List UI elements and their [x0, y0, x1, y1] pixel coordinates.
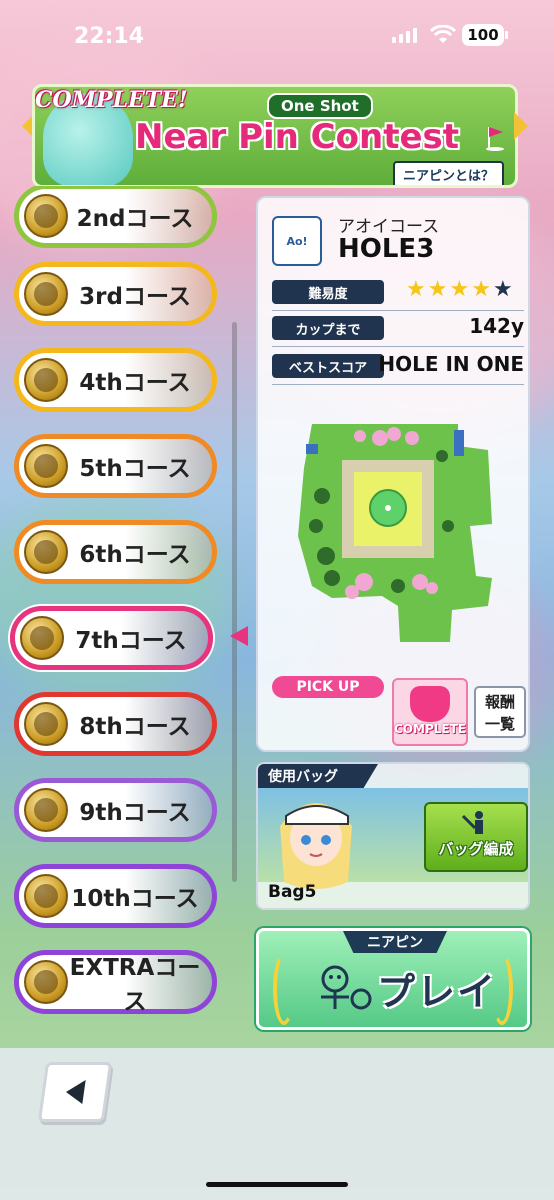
laurel-left-icon	[273, 953, 295, 1025]
bag-panel: 使用バッグ バッグ編成 Bag5	[256, 762, 530, 910]
course-medal-icon	[24, 788, 68, 832]
course-list[interactable]: 2ndコース 3rdコース 4thコース 5thコース 6thコース 7thコース 8thコ…	[0, 186, 240, 1026]
course-item[interactable]: 3rdコース	[14, 262, 217, 326]
course-label: 7thコース	[75, 628, 187, 654]
course-medal-icon	[24, 874, 68, 918]
difficulty-stars: ★ ★ ★ ★ ★	[406, 278, 513, 302]
course-item[interactable]: EXTRAコース	[14, 950, 217, 1015]
banner-badge: One Shot	[267, 93, 373, 119]
course-item[interactable]: 9thコース	[14, 778, 217, 842]
status-bar: 22:14 100	[0, 0, 554, 70]
course-label: 9thコース	[79, 800, 191, 826]
best-score-value: HOLE IN ONE	[378, 352, 524, 376]
hole-map	[298, 424, 492, 642]
course-medal-icon	[24, 272, 68, 316]
course-label: 10thコース	[71, 886, 199, 912]
back-button[interactable]	[37, 1062, 113, 1122]
cellular-signal-icon	[392, 28, 417, 43]
best-score-row: ベストスコア HOLE IN ONE	[272, 352, 524, 385]
event-banner[interactable]: COMPLETE! One Shot Near Pin Contest ニアピン…	[32, 84, 518, 188]
hole-title: HOLE3	[338, 234, 435, 264]
course-item[interactable]: 10thコース	[14, 864, 217, 928]
course-item[interactable]: 4thコース	[14, 348, 217, 412]
battery-icon: 100	[462, 24, 508, 46]
course-label: 4thコース	[79, 370, 191, 396]
back-arrow-icon	[64, 1080, 86, 1104]
star-filled-icon: ★	[427, 277, 448, 302]
star-empty-icon: ★	[492, 277, 513, 302]
course-medal-icon	[20, 616, 64, 660]
star-filled-icon: ★	[406, 277, 426, 302]
reward-list-button[interactable]: 報酬 一覧	[474, 686, 526, 738]
course-item[interactable]: 2ndコース	[14, 186, 217, 248]
course-item[interactable]: 8thコース	[14, 692, 217, 756]
golf-mascot-icon	[321, 965, 372, 1010]
banner-next-arrow[interactable]	[514, 112, 528, 140]
course-item[interactable]: 6thコース	[14, 520, 217, 584]
course-detail-panel: Ao! アオイコース HOLE3 難易度 ★ ★ ★ ★ ★ カップまで 142y ベス…	[256, 196, 530, 752]
course-medal-icon	[24, 194, 68, 238]
course-item[interactable]: 7thコース	[10, 606, 213, 670]
banner-complete-label: COMPLETE!	[35, 87, 188, 113]
course-medal-icon	[24, 444, 68, 488]
banner-help-button[interactable]: ニアピンとは？	[393, 161, 505, 185]
course-label: 2ndコース	[76, 206, 194, 232]
course-medal-icon	[24, 960, 68, 1004]
course-list-scrollbar[interactable]	[232, 322, 237, 882]
course-medal-icon	[24, 530, 68, 574]
wifi-icon	[430, 25, 456, 43]
nearpin-play-button[interactable]: ニアピン プレイ	[256, 928, 530, 1030]
play-mode-label: ニアピン	[343, 931, 447, 953]
course-label: 5thコース	[79, 456, 191, 482]
selected-course-pointer	[230, 626, 248, 646]
home-indicator[interactable]	[206, 1182, 348, 1187]
course-label: EXTRAコース	[69, 955, 201, 1015]
golfer-icon	[461, 811, 483, 834]
play-label: プレイ	[377, 970, 498, 1014]
course-label: 8thコース	[79, 714, 191, 740]
distance-label: カップまで	[272, 316, 384, 340]
bag-edit-button[interactable]: バッグ編成	[424, 802, 528, 872]
course-logo: Ao!	[272, 216, 322, 266]
complete-reward-badge[interactable]: COMPLETE	[392, 678, 468, 746]
course-item[interactable]: 5thコース	[14, 434, 217, 498]
bag-name: Bag5	[268, 882, 317, 902]
star-filled-icon: ★	[449, 277, 470, 302]
course-label: 3rdコース	[79, 284, 191, 310]
clock: 22:14	[74, 24, 145, 49]
course-medal-icon	[24, 702, 68, 746]
star-filled-icon: ★	[471, 277, 491, 302]
banner-title: Near Pin Contest	[135, 117, 459, 157]
bag-title: 使用バッグ	[258, 764, 378, 788]
distance-row: カップまで 142y	[272, 314, 524, 347]
difficulty-label: 難易度	[272, 280, 384, 304]
golf-flag-icon	[486, 127, 504, 151]
difficulty-row: 難易度 ★ ★ ★ ★ ★	[272, 278, 524, 311]
best-score-label: ベストスコア	[272, 354, 384, 378]
pickup-label: PICK UP	[272, 676, 384, 698]
distance-value: 142y	[469, 314, 524, 338]
course-medal-icon	[24, 358, 68, 402]
course-label: 6thコース	[79, 542, 191, 568]
